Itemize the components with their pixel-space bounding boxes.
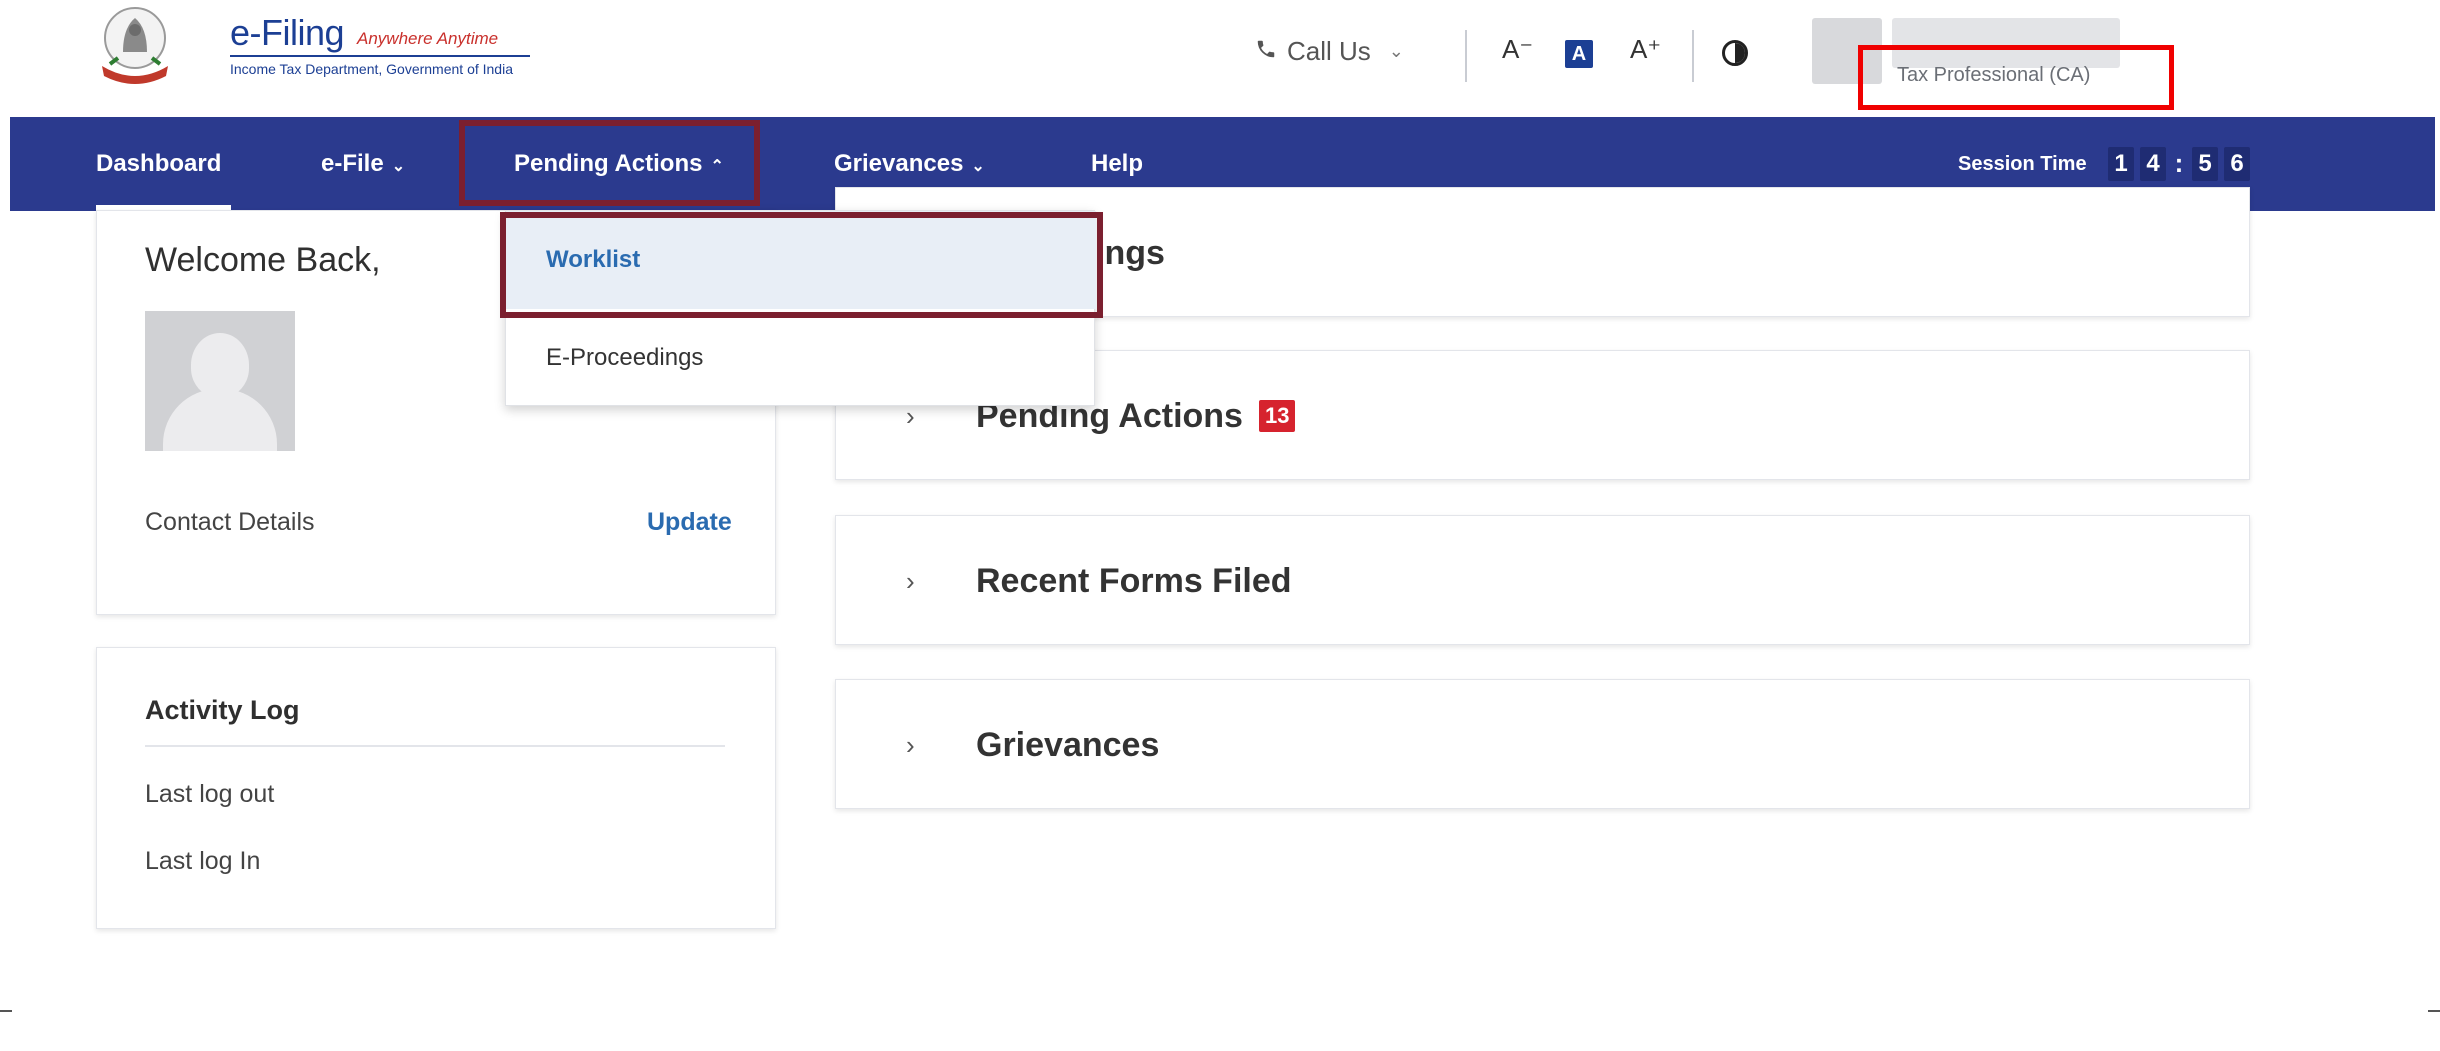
last-login-label: Last log In xyxy=(145,847,261,875)
welcome-title: Welcome Back, xyxy=(145,241,381,279)
chevron-down-icon: ⌄ xyxy=(971,158,985,175)
top-header: e-Filing Anywhere Anytime Income Tax Dep… xyxy=(0,0,2440,117)
font-decrease-button[interactable]: A⁻ xyxy=(1502,34,1533,65)
pending-count-badge: 13 xyxy=(1258,400,1296,432)
chevron-down-icon: ⌄ xyxy=(1388,41,1404,61)
font-increase-button[interactable]: A⁺ xyxy=(1630,34,1661,65)
header-divider xyxy=(1692,30,1694,82)
contact-details-label: Contact Details xyxy=(145,508,315,536)
session-digit: 6 xyxy=(2224,147,2250,181)
accordion-grievances[interactable]: › Grievances xyxy=(835,679,2250,809)
edge-mark xyxy=(2428,1010,2440,1012)
efiling-dashboard-page: e-Filing Anywhere Anytime Income Tax Dep… xyxy=(0,0,2440,1051)
chevron-right-icon: › xyxy=(906,566,915,596)
accordion-recent-forms[interactable]: › Recent Forms Filed xyxy=(835,515,2250,645)
chevron-down-icon: ⌄ xyxy=(391,158,406,175)
nav-help-label: Help xyxy=(1091,150,1144,177)
session-timer: 1 4 : 5 6 xyxy=(2108,147,2250,181)
divider xyxy=(145,745,725,747)
logo-tagline: Anywhere Anytime xyxy=(357,29,499,48)
last-logout-label: Last log out xyxy=(145,780,275,808)
edge-mark xyxy=(0,1010,12,1012)
activity-log-card: Activity Log Last log out Last log In xyxy=(96,647,776,929)
emblem-icon xyxy=(96,4,174,88)
update-contact-link[interactable]: Update xyxy=(647,508,732,537)
session-digit: 1 xyxy=(2108,147,2134,181)
nav-efile[interactable]: e-File ⌄ xyxy=(321,117,405,211)
phone-icon xyxy=(1255,36,1277,67)
font-default-button[interactable]: A xyxy=(1565,40,1593,68)
worklist-highlight-box xyxy=(500,212,1103,318)
logo-underline xyxy=(230,55,530,57)
session-digit: 4 xyxy=(2140,147,2166,181)
nav-grievances-label: Grievances xyxy=(834,150,964,177)
role-highlight-box xyxy=(1858,45,2174,110)
nav-efile-label: e-File xyxy=(321,150,384,177)
header-divider xyxy=(1465,30,1467,82)
logo-subtitle: Income Tax Department, Government of Ind… xyxy=(230,61,513,77)
nav-dashboard-label: Dashboard xyxy=(96,150,222,177)
accordion-title: Grievances xyxy=(976,726,1160,764)
dropdown-item-e-proceedings[interactable]: E-Proceedings xyxy=(506,309,1096,407)
chevron-right-icon: › xyxy=(906,730,915,760)
call-us-label: Call Us xyxy=(1287,36,1371,66)
accordion-title: Recent Forms Filed xyxy=(976,562,1292,600)
avatar-placeholder-icon xyxy=(145,311,295,451)
nav-dashboard[interactable]: Dashboard xyxy=(96,117,221,211)
dropdown-item-label: E-Proceedings xyxy=(546,344,704,371)
contrast-icon[interactable] xyxy=(1722,40,1748,66)
session-digit: 5 xyxy=(2192,147,2218,181)
logo-title: e-Filing xyxy=(230,12,345,53)
session-colon: : xyxy=(2174,148,2184,178)
activity-log-title: Activity Log xyxy=(145,695,300,725)
call-us-menu[interactable]: Call Us ⌄ xyxy=(1255,36,1404,67)
pending-actions-highlight-box xyxy=(459,120,760,206)
